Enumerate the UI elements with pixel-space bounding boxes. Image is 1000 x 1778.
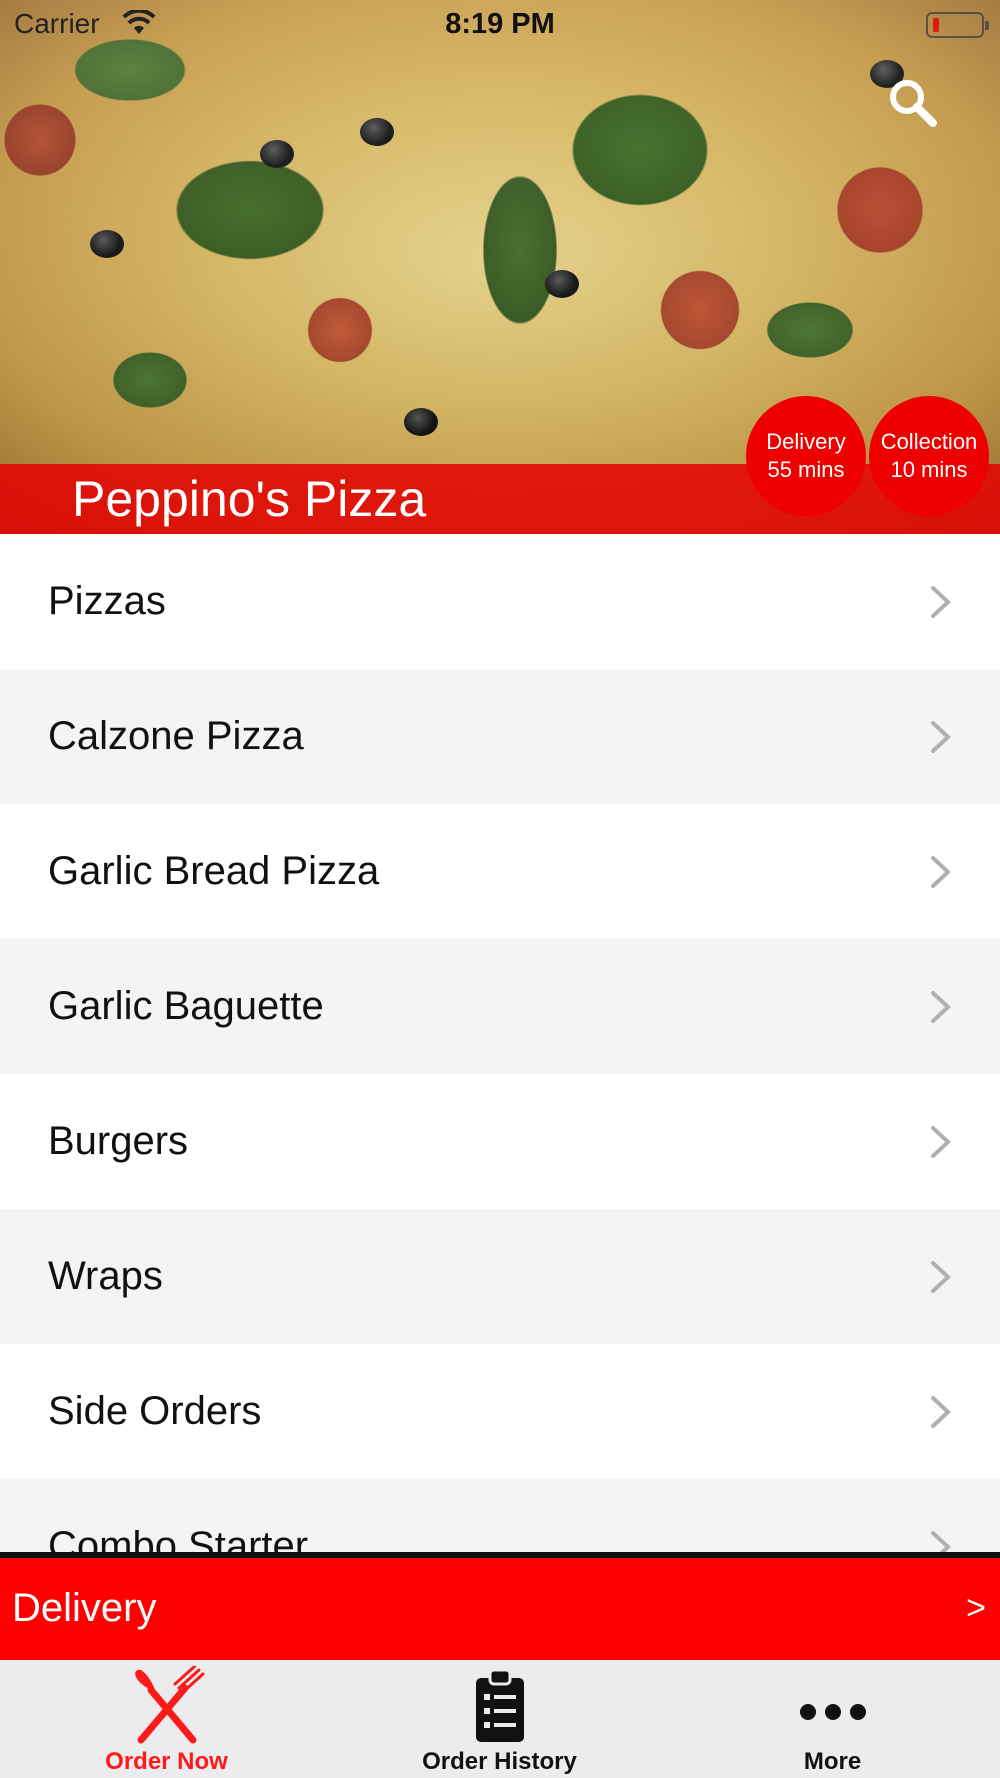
menu-category-row-wraps[interactable]: Wraps	[0, 1209, 1000, 1344]
menu-category-label: Burgers	[48, 1119, 189, 1163]
olive-decoration	[360, 118, 394, 146]
order-type-label: Delivery	[12, 1586, 157, 1630]
battery-icon	[926, 12, 989, 38]
tab-label: Order Now	[105, 1748, 228, 1775]
chevron-right-icon	[931, 1261, 951, 1293]
bottom-tab-bar: Order Now Order History More	[0, 1660, 1000, 1778]
collection-time-badge: Collection 10 mins	[869, 396, 989, 516]
order-type-delivery-button[interactable]: Delivery >	[0, 1552, 1000, 1660]
chevron-right-icon	[931, 991, 951, 1023]
restaurant-name: Peppino's Pizza	[72, 471, 427, 527]
menu-category-label: Wraps	[48, 1254, 163, 1298]
olive-decoration	[545, 270, 579, 298]
delivery-badge-time: 55 mins	[767, 457, 845, 482]
menu-category-label: Garlic Baguette	[48, 984, 324, 1028]
menu-category-row-garlic-baguette[interactable]: Garlic Baguette	[0, 939, 1000, 1074]
tab-order-history[interactable]: Order History	[333, 1660, 666, 1778]
tab-label: Order History	[422, 1748, 577, 1775]
menu-category-row-garlic-bread-pizza[interactable]: Garlic Bread Pizza	[0, 804, 1000, 939]
collection-badge-time: 10 mins	[890, 457, 968, 482]
olive-decoration	[90, 230, 124, 258]
clipboard-list-icon	[475, 1668, 524, 1742]
menu-category-label: Combo Starter	[48, 1524, 309, 1552]
status-bar: Carrier 8:19 PM	[0, 0, 1000, 50]
tab-order-now[interactable]: Order Now	[0, 1660, 333, 1778]
menu-category-row-combo-starter[interactable]: Combo Starter	[0, 1479, 1000, 1552]
menu-category-label: Side Orders	[48, 1389, 262, 1433]
chevron-right-icon	[931, 721, 951, 753]
menu-category-label: Garlic Bread Pizza	[48, 849, 380, 893]
menu-category-row-pizzas[interactable]: Pizzas	[0, 534, 1000, 669]
menu-category-row-calzone-pizza[interactable]: Calzone Pizza	[0, 669, 1000, 804]
search-icon	[890, 80, 937, 127]
chevron-right-icon	[931, 856, 951, 888]
delivery-badge-title: Delivery	[766, 429, 846, 454]
menu-category-label: Pizzas	[48, 579, 166, 623]
tab-label: More	[803, 1748, 862, 1775]
menu-category-list[interactable]: Pizzas Calzone Pizza Garlic Bread Pizza …	[0, 534, 1000, 1552]
chevron-right-icon	[931, 586, 951, 618]
menu-category-row-side-orders[interactable]: Side Orders	[0, 1344, 1000, 1479]
search-button[interactable]	[886, 76, 940, 130]
tab-more[interactable]: More	[666, 1660, 999, 1778]
menu-category-row-burgers[interactable]: Burgers	[0, 1074, 1000, 1209]
clock-time: 8:19 PM	[445, 8, 555, 40]
more-dots-icon	[799, 1704, 866, 1720]
chevron-right-icon	[931, 1396, 951, 1428]
collection-badge-title: Collection	[880, 429, 978, 454]
olive-decoration	[404, 408, 438, 436]
chevron-right-icon: >	[966, 1589, 986, 1627]
chevron-right-icon	[931, 1126, 951, 1158]
chevron-right-icon	[931, 1531, 951, 1552]
olive-decoration	[260, 140, 294, 168]
fork-knife-icon	[134, 1666, 204, 1744]
menu-category-label: Calzone Pizza	[48, 714, 304, 758]
delivery-time-badge: Delivery 55 mins	[746, 396, 866, 516]
